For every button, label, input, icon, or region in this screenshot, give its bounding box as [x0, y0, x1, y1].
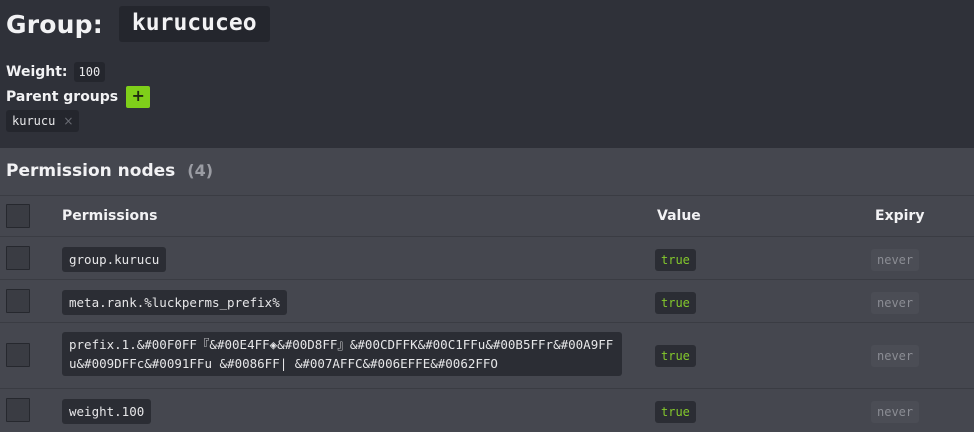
column-header-permissions[interactable]: Permissions — [62, 208, 157, 224]
row-checkbox[interactable] — [6, 398, 30, 422]
permissions-table: Permissions Value Expiry group.kurucu tr… — [0, 195, 974, 431]
permission-expiry[interactable]: never — [871, 345, 920, 367]
parent-groups-label: Parent groups — [6, 89, 119, 105]
table-header-row: Permissions Value Expiry — [0, 195, 974, 236]
permission-value[interactable]: true — [655, 292, 696, 314]
permission-node[interactable]: meta.rank.%luckperms_prefix% — [62, 290, 287, 315]
permission-nodes-heading: Permission nodes (4) — [6, 161, 213, 181]
table-row: group.kurucu true never — [0, 236, 974, 279]
permission-expiry[interactable]: never — [871, 292, 920, 314]
permission-value[interactable]: true — [655, 401, 696, 423]
permission-nodes-count: (4) — [187, 161, 214, 180]
column-header-expiry[interactable]: Expiry — [875, 208, 924, 224]
permission-node[interactable]: weight.100 — [62, 399, 152, 424]
parent-group-name: kurucu — [12, 114, 56, 128]
row-checkbox[interactable] — [6, 343, 30, 367]
row-checkbox[interactable] — [6, 289, 30, 313]
group-title-row: Group: kurucuceo — [6, 6, 270, 42]
group-header: Group: kurucuceo Weight: 100 Parent grou… — [0, 0, 974, 148]
select-all-checkbox[interactable] — [6, 204, 30, 228]
permission-nodes-title: Permission nodes — [6, 161, 176, 181]
permission-value[interactable]: true — [655, 249, 696, 271]
table-row: prefix.1.&#00F0FF『&#00E4FF◈&#00D8FF』&#00… — [0, 322, 974, 388]
permission-node[interactable]: group.kurucu — [62, 247, 167, 272]
add-parent-group-button[interactable]: + — [126, 86, 151, 108]
permission-node[interactable]: prefix.1.&#00F0FF『&#00E4FF◈&#00D8FF』&#00… — [62, 332, 622, 376]
table-row: weight.100 true never — [0, 388, 974, 431]
weight-row: Weight: 100 — [6, 62, 106, 82]
weight-label: Weight: — [6, 64, 68, 80]
group-label: Group: — [6, 9, 103, 39]
parent-group-chip[interactable]: kurucu × — [6, 110, 80, 132]
permission-value[interactable]: true — [655, 345, 696, 367]
row-checkbox[interactable] — [6, 246, 30, 270]
weight-value[interactable]: 100 — [73, 62, 106, 82]
table-row: meta.rank.%luckperms_prefix% true never — [0, 279, 974, 322]
group-name[interactable]: kurucuceo — [118, 6, 270, 42]
permission-nodes-panel: Permission nodes (4) Permissions Value E… — [0, 148, 974, 432]
permission-expiry[interactable]: never — [871, 249, 920, 271]
parent-groups-row: Parent groups + — [6, 86, 151, 108]
permission-expiry[interactable]: never — [871, 401, 920, 423]
remove-parent-icon[interactable]: × — [63, 114, 73, 128]
column-header-value[interactable]: Value — [657, 208, 701, 224]
